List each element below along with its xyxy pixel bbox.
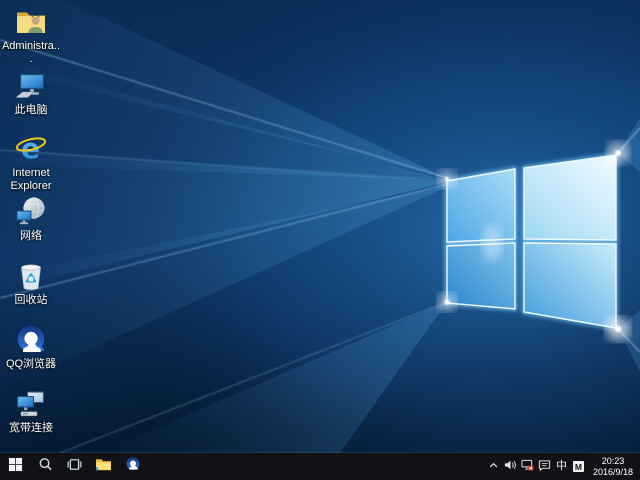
action-center-button[interactable] <box>536 453 553 480</box>
search-icon <box>38 457 53 477</box>
desktop-icon-label: QQ浏览器 <box>6 358 56 371</box>
user-folder-icon <box>14 5 48 39</box>
ime-language-button[interactable]: M <box>570 453 587 480</box>
desktop-icon-label: Internet Explorer <box>1 167 61 193</box>
qq-browser-icon <box>14 323 48 357</box>
task-view-icon <box>67 457 82 477</box>
network-status-button[interactable] <box>519 453 536 480</box>
volume-button[interactable] <box>502 453 519 480</box>
desktop-icon-administrator[interactable]: Administra... <box>0 5 62 66</box>
desktop-icon-label: 回收站 <box>15 294 48 307</box>
desktop-icon-label: Administra... <box>1 40 61 66</box>
speaker-icon <box>504 458 517 476</box>
chevron-up-icon <box>488 458 499 476</box>
action-center-icon <box>538 458 551 476</box>
broadband-connection-icon <box>14 387 48 421</box>
search-button[interactable] <box>31 453 60 480</box>
task-view-button[interactable] <box>60 453 89 480</box>
hidden-icons-button[interactable] <box>485 453 502 480</box>
internet-explorer-icon: e <box>14 132 48 166</box>
desktop-icon-this-pc[interactable]: 此电脑 <box>0 69 62 117</box>
clock-time: 20:23 <box>602 456 625 467</box>
computer-icon <box>14 69 48 103</box>
windows-desktop: Administra... 此电脑 e <box>0 0 640 480</box>
ime-mode-indicator[interactable]: 中 <box>553 453 570 480</box>
taskbar-clock[interactable]: 20:23 2016/9/18 <box>587 453 640 480</box>
start-button[interactable] <box>0 453 31 480</box>
folder-icon <box>95 457 112 477</box>
wallpaper-windows-hero <box>0 0 640 453</box>
taskbar: 中 M 20:23 2016/9/18 <box>0 453 640 480</box>
ime-language-badge: M <box>573 461 584 472</box>
desktop-icon-label: 网络 <box>20 230 42 243</box>
file-explorer-button[interactable] <box>89 453 118 480</box>
desktop-icon-broadband[interactable]: 宽带连接 <box>0 387 62 435</box>
desktop-icon-label: 宽带连接 <box>9 422 53 435</box>
system-tray: 中 M 20:23 2016/9/18 <box>485 453 640 480</box>
qq-browser-taskbar-button[interactable] <box>118 453 147 480</box>
desktop-icon-recycle-bin[interactable]: 回收站 <box>0 259 62 307</box>
qq-browser-icon <box>125 456 141 477</box>
windows-logo-icon <box>8 457 23 477</box>
network-globe-icon <box>14 195 48 229</box>
desktop-icon-qq-browser[interactable]: QQ浏览器 <box>0 323 62 371</box>
recycle-bin-icon <box>14 259 48 293</box>
desktop-icon-internet-explorer[interactable]: e Internet Explorer <box>0 132 62 193</box>
clock-date: 2016/9/18 <box>593 467 633 478</box>
network-disconnected-icon <box>521 458 534 476</box>
desktop-icon-label: 此电脑 <box>15 104 48 117</box>
desktop-icon-network[interactable]: 网络 <box>0 195 62 243</box>
ime-chinese-mode-text: 中 <box>556 461 567 472</box>
